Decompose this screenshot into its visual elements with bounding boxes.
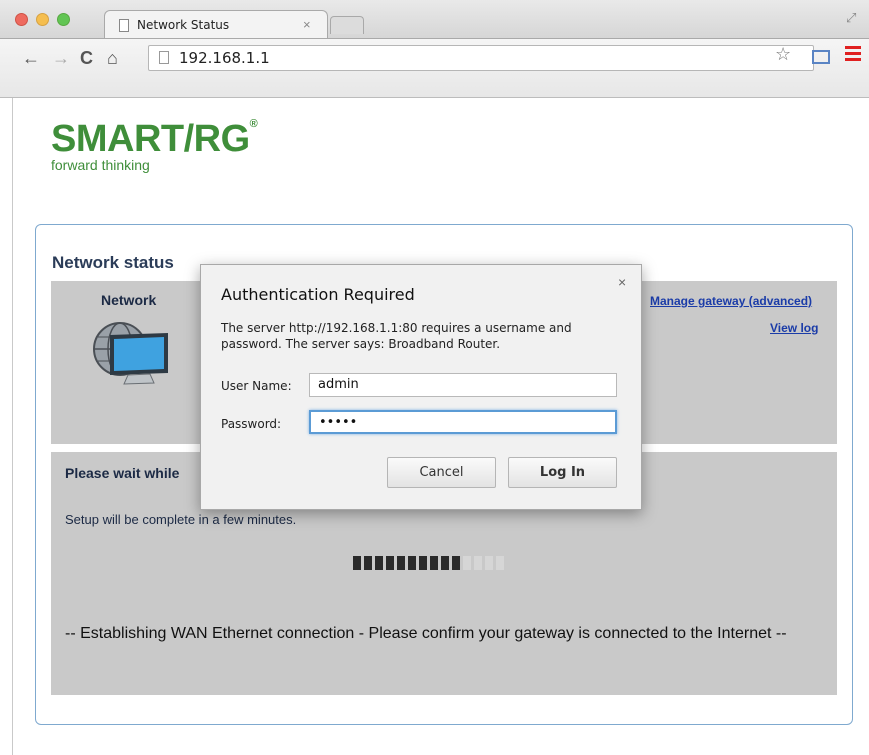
dialog-close-icon[interactable]: ×	[618, 274, 626, 290]
password-field[interactable]: •••••	[309, 410, 617, 434]
progress-segment	[474, 556, 482, 570]
progress-segment	[496, 556, 504, 570]
progress-segment	[463, 556, 471, 570]
progress-indicator	[353, 556, 504, 570]
reload-icon[interactable]: C	[80, 48, 93, 69]
cancel-button[interactable]: Cancel	[387, 457, 496, 488]
page-icon	[159, 51, 169, 64]
progress-segment	[419, 556, 427, 570]
page-border	[12, 98, 13, 755]
wait-message: Please wait while	[65, 465, 180, 481]
progress-segment	[353, 556, 361, 570]
progress-segment	[375, 556, 383, 570]
auth-dialog: × Authentication Required The server htt…	[200, 264, 642, 510]
progress-segment	[397, 556, 405, 570]
zoom-window-button[interactable]	[57, 13, 70, 26]
progress-segment	[386, 556, 394, 570]
extension-icon[interactable]	[812, 50, 830, 64]
dialog-message: The server http://192.168.1.1:80 require…	[221, 321, 572, 351]
username-field[interactable]: admin	[309, 373, 617, 397]
view-log-link[interactable]: View log	[770, 321, 818, 335]
address-url[interactable]: 192.168.1.1	[179, 49, 270, 67]
tab-title: Network Status	[137, 18, 230, 32]
wan-status-message: -- Establishing WAN Ethernet connection …	[65, 625, 787, 642]
logo-registered: ®	[249, 118, 258, 130]
back-arrow-icon[interactable]: ←	[22, 48, 40, 69]
username-label: User Name:	[221, 379, 292, 393]
menu-icon[interactable]	[845, 46, 861, 64]
fullscreen-icon[interactable]: ⤢	[846, 10, 856, 26]
progress-segment	[430, 556, 438, 570]
page-icon	[119, 19, 129, 32]
progress-segment	[452, 556, 460, 570]
tab-network-status[interactable]: Network Status ×	[104, 10, 328, 39]
progress-segment	[408, 556, 416, 570]
star-icon[interactable]: ☆	[775, 44, 791, 65]
browser-toolbar: ← → C ⌂ 192.168.1.1	[0, 38, 869, 98]
progress-segment	[441, 556, 449, 570]
home-icon[interactable]: ⌂	[107, 48, 118, 69]
password-label: Password:	[221, 417, 282, 431]
dialog-title: Authentication Required	[221, 285, 415, 304]
progress-segment	[485, 556, 493, 570]
logo-text: SMART/RG	[51, 118, 250, 160]
network-label: Network	[101, 292, 157, 308]
minimize-window-button[interactable]	[36, 13, 49, 26]
new-tab-button[interactable]	[330, 16, 364, 34]
forward-arrow-icon[interactable]: →	[52, 48, 70, 69]
close-window-button[interactable]	[15, 13, 28, 26]
manage-gateway-link[interactable]: Manage gateway (advanced)	[650, 294, 812, 308]
tab-close-icon[interactable]: ×	[303, 17, 311, 32]
smartrg-logo: SMART/RG® forward thinking	[51, 118, 258, 173]
page-title: Network status	[52, 253, 174, 272]
address-bar[interactable]: 192.168.1.1	[148, 45, 814, 71]
network-globe-icon	[93, 322, 168, 385]
progress-segment	[364, 556, 372, 570]
setup-message: Setup will be complete in a few minutes.	[65, 512, 297, 527]
browser-titlebar: Network Status × ⤢	[0, 0, 869, 39]
login-button[interactable]: Log In	[508, 457, 617, 488]
